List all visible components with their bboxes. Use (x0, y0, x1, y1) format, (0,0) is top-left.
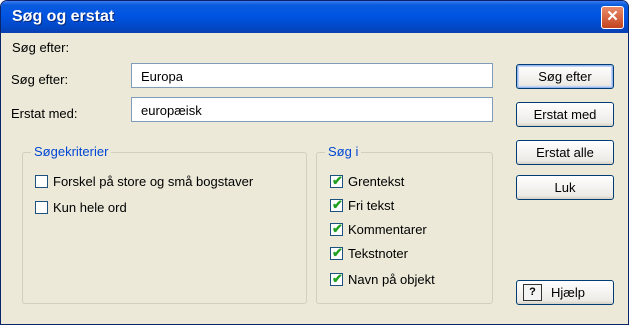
search-in-legend: Søg i (325, 144, 362, 159)
close-icon[interactable]: ✕ (601, 6, 624, 29)
find-label-text: Søg efter: (11, 72, 69, 87)
find-input[interactable]: Europa (131, 63, 493, 88)
tekstnoter-label: Tekstnoter (348, 246, 408, 261)
grentekst-checkbox[interactable]: ✔ (330, 173, 343, 188)
objektnavn-checkbox[interactable]: ✔ (330, 271, 343, 286)
help-icon: ? (523, 284, 542, 301)
replace-button[interactable]: Erstat med (516, 102, 614, 127)
match-case-checkbox[interactable] (35, 175, 48, 188)
replace-input[interactable]: europæisk (131, 97, 493, 122)
help-label: Hjælp (551, 285, 585, 300)
find-label: Søg efter: (12, 40, 70, 55)
whole-word-checkbox[interactable] (35, 201, 48, 214)
replace-all-button[interactable]: Erstat alle (516, 140, 614, 165)
kommentarer-label: Kommentarer (348, 222, 427, 237)
search-criteria-legend: Søgekriterier (31, 144, 112, 159)
title-bar[interactable]: Søg og erstat ✕ (1, 1, 628, 33)
replace-label-text: Erstat med: (11, 106, 78, 121)
dialog-title: Søg og erstat (12, 8, 115, 25)
fri-tekst-label: Fri tekst (348, 198, 395, 213)
kommentarer-checkbox[interactable]: ✔ (330, 221, 343, 236)
help-button[interactable]: ? Hjælp (516, 280, 614, 305)
match-case-label: Forskel på store og små bogstaver (53, 174, 254, 189)
close-button[interactable]: Luk (516, 175, 614, 200)
tekstnoter-checkbox[interactable]: ✔ (330, 245, 343, 260)
fri-tekst-checkbox[interactable]: ✔ (330, 197, 343, 212)
objektnavn-label: Navn på objekt (348, 272, 435, 287)
find-button[interactable]: Søg efter (516, 64, 614, 89)
grentekst-label: Grentekst (348, 174, 405, 189)
whole-word-label: Kun hele ord (53, 200, 127, 215)
